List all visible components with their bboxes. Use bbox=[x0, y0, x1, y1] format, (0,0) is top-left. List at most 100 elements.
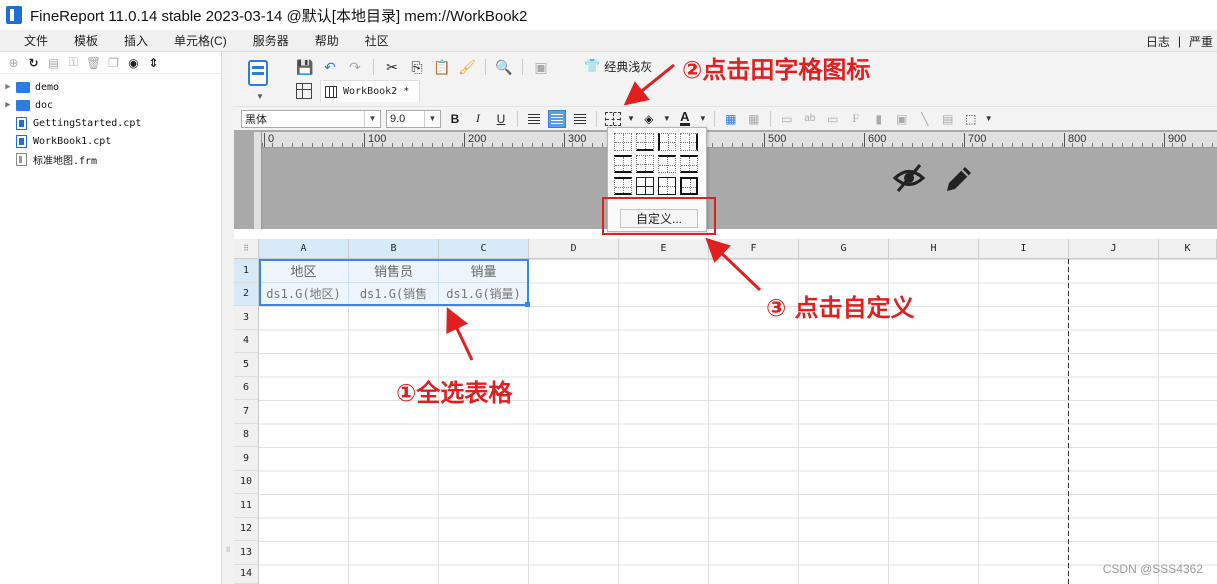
merge-cells-icon[interactable]: ▦ bbox=[722, 110, 740, 128]
font-color-button[interactable]: A bbox=[676, 110, 694, 128]
expand-arrow-icon[interactable]: ▶ bbox=[0, 100, 16, 110]
tree-item-workbook1[interactable]: WorkBook1.cpt bbox=[0, 132, 221, 150]
row-header[interactable]: 10 bbox=[234, 470, 259, 494]
align-center-button[interactable] bbox=[548, 109, 566, 128]
eye-hidden-icon[interactable] bbox=[893, 163, 925, 193]
border-option-top-bottom[interactable] bbox=[614, 155, 632, 173]
fill-handle[interactable] bbox=[525, 302, 530, 307]
border-option-double-bottom[interactable] bbox=[680, 155, 698, 173]
cell-c1[interactable]: 销量 bbox=[439, 259, 529, 283]
menu-insert[interactable]: 插入 bbox=[111, 32, 161, 49]
align-left-button[interactable] bbox=[525, 110, 543, 128]
select-all-corner[interactable]: ⠿ bbox=[234, 239, 259, 259]
tree-item-gettingstarted[interactable]: GettingStarted.cpt bbox=[0, 114, 221, 132]
row-header[interactable]: 4 bbox=[234, 329, 259, 353]
paste-icon[interactable]: 📋 bbox=[433, 58, 451, 76]
cell-a2[interactable]: ds1.G(地区) bbox=[259, 282, 349, 306]
frame-dropdown-icon[interactable]: ▼ bbox=[985, 114, 993, 123]
align-right-button[interactable] bbox=[571, 110, 589, 128]
preview-icon[interactable]: 🔍 bbox=[495, 58, 513, 76]
row-header[interactable]: 1 bbox=[234, 259, 259, 283]
cell-b1[interactable]: 销售员 bbox=[349, 259, 439, 283]
border-option-all[interactable] bbox=[636, 177, 654, 195]
row-header[interactable]: 8 bbox=[234, 423, 259, 447]
refresh-icon[interactable]: ↻ bbox=[26, 55, 41, 70]
row-header[interactable]: 13 bbox=[234, 541, 259, 565]
row-header[interactable]: 14 bbox=[234, 564, 259, 584]
border-option-bottom[interactable] bbox=[636, 133, 654, 151]
theme-button[interactable]: 👕 经典浅灰 bbox=[584, 56, 652, 76]
panel-splitter[interactable]: ॥ bbox=[222, 52, 234, 584]
edit-pencil-icon[interactable] bbox=[943, 163, 975, 195]
border-option-none[interactable] bbox=[614, 133, 632, 151]
chart-icon[interactable]: ▮ bbox=[870, 110, 888, 128]
column-header[interactable]: A bbox=[259, 239, 349, 259]
border-option-top[interactable] bbox=[658, 155, 676, 173]
tab-workbook2[interactable]: WorkBook2 * bbox=[320, 80, 421, 102]
save-icon[interactable]: 💾 bbox=[296, 58, 314, 76]
undo-icon[interactable]: ↶ bbox=[321, 58, 339, 76]
row-header[interactable]: 12 bbox=[234, 517, 259, 541]
border-option-thick-bottom[interactable] bbox=[636, 155, 654, 173]
cell-a1[interactable]: 地区 bbox=[259, 259, 349, 283]
collapse-icon[interactable]: ⇕ bbox=[146, 55, 161, 70]
sub-report-icon[interactable]: ▤ bbox=[939, 110, 957, 128]
column-header[interactable]: C bbox=[439, 239, 529, 259]
column-header[interactable]: H bbox=[889, 239, 979, 259]
column-header[interactable]: K bbox=[1159, 239, 1217, 259]
unmerge-cells-icon[interactable]: ▦ bbox=[745, 110, 763, 128]
menu-community[interactable]: 社区 bbox=[352, 32, 402, 49]
format-painter-icon[interactable]: 🖌 bbox=[458, 58, 476, 76]
copy-icon[interactable]: ❐ bbox=[106, 55, 121, 70]
row-header[interactable]: 5 bbox=[234, 353, 259, 377]
fill-color-button[interactable]: ◈ bbox=[640, 110, 658, 128]
severity-link[interactable]: 严重 bbox=[1185, 33, 1217, 50]
underline-button[interactable]: U bbox=[492, 110, 510, 128]
slash-icon[interactable]: ╲ bbox=[916, 110, 934, 128]
menu-help[interactable]: 帮助 bbox=[302, 32, 352, 49]
column-header[interactable]: I bbox=[979, 239, 1069, 259]
text-icon[interactable]: ab bbox=[801, 110, 819, 128]
border-option-outside[interactable] bbox=[658, 177, 676, 195]
chevron-down-icon[interactable]: ▼ bbox=[364, 110, 380, 127]
column-header[interactable]: B bbox=[349, 239, 439, 259]
column-header[interactable]: D bbox=[529, 239, 619, 259]
chevron-down-icon[interactable]: ▼ bbox=[424, 110, 440, 127]
column-header[interactable]: J bbox=[1069, 239, 1159, 259]
row-header[interactable]: 11 bbox=[234, 494, 259, 518]
cut-icon[interactable]: ✂ bbox=[383, 58, 401, 76]
lock-icon[interactable]: ⚿ bbox=[66, 55, 81, 70]
expand-arrow-icon[interactable]: ▶ bbox=[0, 82, 16, 92]
font-size-select[interactable]: 9.0 ▼ bbox=[386, 109, 441, 128]
column-header[interactable]: G bbox=[799, 239, 889, 259]
tree-item-doc[interactable]: ▶ doc bbox=[0, 96, 221, 114]
tree-item-map[interactable]: 标准地图.frm bbox=[0, 150, 221, 168]
menu-file[interactable]: 文件 bbox=[0, 32, 61, 49]
number-icon[interactable]: ▭ bbox=[824, 110, 842, 128]
sheet-grid-icon[interactable] bbox=[296, 83, 312, 99]
row-header[interactable]: 2 bbox=[234, 282, 259, 306]
row-header[interactable]: 3 bbox=[234, 306, 259, 330]
formula-icon[interactable]: F bbox=[847, 110, 865, 128]
column-header[interactable]: E bbox=[619, 239, 709, 259]
disabled-tool-icon[interactable]: ▣ bbox=[532, 58, 550, 76]
font-name-select[interactable]: 黑体 ▼ bbox=[241, 109, 381, 128]
new-folder-icon[interactable]: ⊕ bbox=[6, 55, 21, 70]
delete-icon[interactable]: 🗑 bbox=[86, 55, 101, 70]
locate-icon[interactable]: ◉ bbox=[126, 55, 141, 70]
image-icon[interactable]: ▣ bbox=[893, 110, 911, 128]
border-button[interactable] bbox=[604, 110, 622, 128]
open-icon[interactable]: ▤ bbox=[46, 55, 61, 70]
row-header[interactable]: 9 bbox=[234, 447, 259, 471]
border-option-right[interactable] bbox=[680, 133, 698, 151]
tree-item-demo[interactable]: ▶ demo bbox=[0, 78, 221, 96]
border-option-thick-outside[interactable] bbox=[680, 177, 698, 195]
border-option-top-thick-bottom[interactable] bbox=[614, 177, 632, 195]
row-header[interactable]: 6 bbox=[234, 376, 259, 400]
frame-icon[interactable]: ⬚ bbox=[962, 110, 980, 128]
splitter-grip-icon[interactable]: ॥ bbox=[225, 542, 230, 555]
copy-icon[interactable]: ⎘ bbox=[408, 58, 426, 76]
menu-template[interactable]: 模板 bbox=[61, 32, 111, 49]
cell-b2[interactable]: ds1.G(销售 bbox=[349, 282, 439, 306]
new-template-icon[interactable] bbox=[244, 58, 272, 96]
